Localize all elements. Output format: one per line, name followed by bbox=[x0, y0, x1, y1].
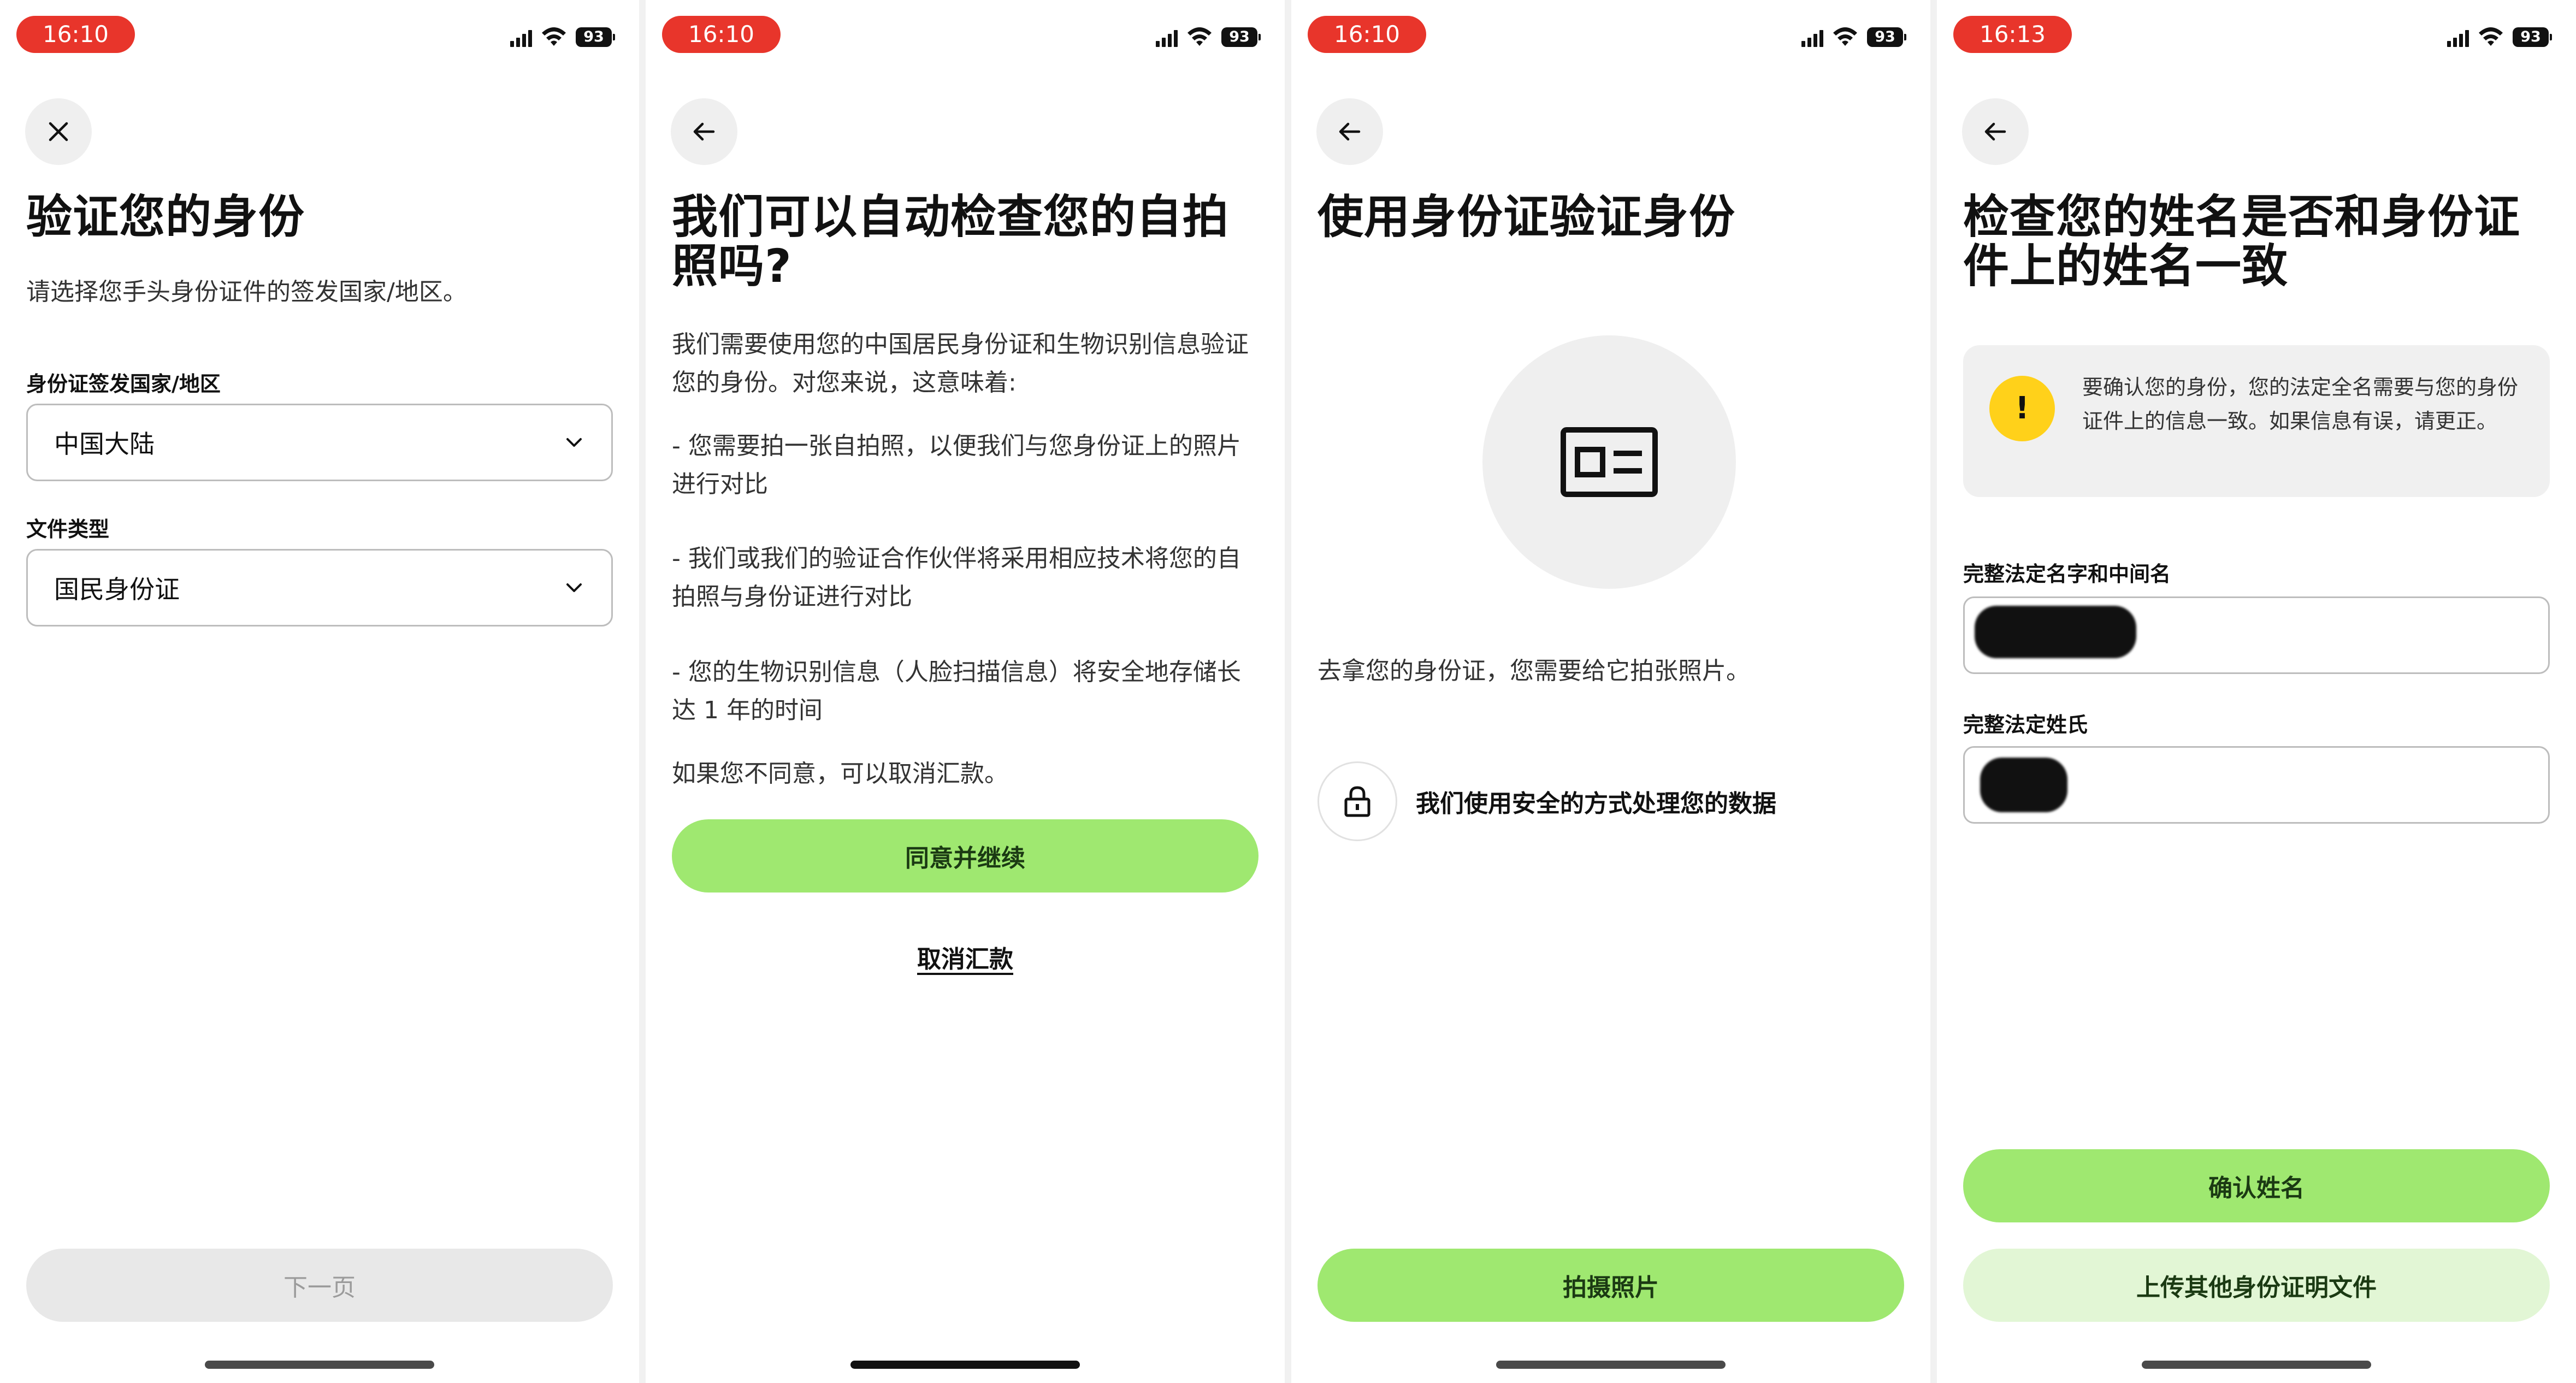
screen-confirm-name: 16:13 93 检查您的姓名是否和身份证件上的姓名一致 ! 要确认您的身份，您… bbox=[1937, 0, 2576, 1383]
doc-type-value: 国民身份证 bbox=[54, 575, 180, 604]
divider bbox=[639, 0, 646, 1383]
chevron-down-icon bbox=[566, 583, 582, 592]
status-icons: 93 bbox=[2447, 25, 2552, 47]
wifi-icon bbox=[1833, 27, 1857, 46]
family-name-label: 完整法定姓氏 bbox=[1963, 713, 2088, 737]
consent-point-compare: - 我们或我们的验证合作伙伴将采用相应技术将您的自拍照与身份证进行对比 bbox=[672, 545, 1241, 611]
given-name-field[interactable] bbox=[1963, 596, 2550, 674]
status-icons: 93 bbox=[1801, 25, 1906, 47]
id-instruction: 去拿您的身份证，您需要给它拍张照片。 bbox=[1317, 657, 1750, 685]
page-title: 我们可以自动检查您的自拍照吗? bbox=[672, 190, 1230, 293]
signal-icon bbox=[1156, 29, 1178, 47]
page-title: 验证您的身份 bbox=[26, 190, 305, 244]
lock-badge bbox=[1317, 761, 1397, 841]
upload-other-id-button[interactable]: 上传其他身份证明文件 bbox=[1963, 1249, 2550, 1322]
battery-indicator: 93 bbox=[1867, 27, 1906, 47]
status-icons: 93 bbox=[1156, 25, 1261, 47]
page-title: 检查您的姓名是否和身份证件上的姓名一致 bbox=[1963, 190, 2521, 293]
back-button[interactable] bbox=[1316, 98, 1383, 165]
page-title: 使用身份证验证身份 bbox=[1317, 190, 1736, 244]
page-subtitle: 请选择您手头身份证件的签发国家/地区。 bbox=[26, 278, 467, 306]
doc-type-label: 文件类型 bbox=[26, 517, 110, 541]
battery-indicator: 93 bbox=[2513, 27, 2552, 47]
secure-data-text: 我们使用安全的方式处理您的数据 bbox=[1416, 790, 1776, 818]
notice-text: 要确认您的身份，您的法定全名需要与您的身份证件上的信息一致。如果信息有误，请更正… bbox=[2082, 375, 2519, 433]
secure-data-row: 我们使用安全的方式处理您的数据 bbox=[1317, 761, 1776, 841]
id-card-illustration bbox=[1482, 335, 1736, 589]
agree-continue-button[interactable]: 同意并继续 bbox=[672, 819, 1259, 893]
take-photo-button[interactable]: 拍摄照片 bbox=[1317, 1249, 1904, 1322]
wifi-icon bbox=[1187, 27, 1212, 46]
consent-intro: 我们需要使用您的中国居民身份证和生物识别信息验证您的身份。对您来说，这意味着: bbox=[672, 330, 1249, 397]
screen-selfie-consent: 16:10 93 我们可以自动检查您的自拍照吗? 我们需要使用您的中国居民身份证… bbox=[646, 0, 1285, 1383]
close-button[interactable] bbox=[25, 98, 92, 165]
arrow-left-icon bbox=[1984, 122, 2006, 141]
consent-disagree-text: 如果您不同意，可以取消汇款。 bbox=[672, 760, 1008, 788]
divider bbox=[1285, 0, 1291, 1383]
redacted-value bbox=[1975, 606, 2136, 658]
home-indicator bbox=[850, 1361, 1080, 1369]
doc-type-select[interactable]: 国民身份证 bbox=[26, 549, 613, 627]
status-time: 16:10 bbox=[16, 16, 135, 53]
wifi-icon bbox=[2479, 27, 2503, 46]
country-value: 中国大陆 bbox=[54, 429, 155, 459]
signal-icon bbox=[510, 29, 532, 47]
warning-icon: ! bbox=[1989, 376, 2055, 441]
arrow-left-icon bbox=[1339, 122, 1361, 141]
status-time: 16:13 bbox=[1953, 16, 2072, 53]
screen-id-photo: 16:10 93 使用身份证验证身份 去拿您的身份证，您需要给它拍张照片。 我们… bbox=[1291, 0, 1930, 1383]
given-name-label: 完整法定名字和中间名 bbox=[1963, 562, 2171, 586]
status-time: 16:10 bbox=[1308, 16, 1426, 53]
cancel-transfer-link[interactable]: 取消汇款 bbox=[646, 939, 1285, 974]
status-icons: 93 bbox=[510, 25, 615, 47]
consent-point-storage: - 您的生物识别信息（人脸扫描信息）将安全地存储长达 1 年的时间 bbox=[672, 658, 1241, 724]
confirm-name-button[interactable]: 确认姓名 bbox=[1963, 1149, 2550, 1222]
country-label: 身份证签发国家/地区 bbox=[26, 372, 221, 396]
wifi-icon bbox=[542, 27, 566, 46]
name-match-notice: ! 要确认您的身份，您的法定全名需要与您的身份证件上的信息一致。如果信息有误，请… bbox=[1963, 345, 2550, 497]
country-select[interactable]: 中国大陆 bbox=[26, 404, 613, 481]
family-name-field[interactable] bbox=[1963, 746, 2550, 824]
redacted-value bbox=[1980, 758, 2067, 812]
home-indicator bbox=[2142, 1361, 2371, 1369]
id-card-icon bbox=[1561, 427, 1658, 497]
screen-select-id-country: 16:10 93 验证您的身份 请选择您手头身份证件的签发国家/地区。 身份证签… bbox=[0, 0, 639, 1383]
chevron-down-icon bbox=[566, 438, 582, 447]
arrow-left-icon bbox=[693, 122, 715, 141]
back-button[interactable] bbox=[671, 98, 737, 165]
lock-icon bbox=[1344, 786, 1370, 817]
home-indicator bbox=[205, 1361, 434, 1369]
battery-indicator: 93 bbox=[576, 27, 615, 47]
battery-indicator: 93 bbox=[1221, 27, 1261, 47]
back-button[interactable] bbox=[1962, 98, 2029, 165]
signal-icon bbox=[1801, 29, 1823, 47]
next-button[interactable]: 下一页 bbox=[26, 1249, 613, 1322]
divider bbox=[1930, 0, 1937, 1383]
status-time: 16:10 bbox=[662, 16, 781, 53]
consent-point-selfie: - 您需要拍一张自拍照，以便我们与您身份证上的照片进行对比 bbox=[672, 432, 1241, 498]
signal-icon bbox=[2447, 29, 2469, 47]
close-icon bbox=[49, 122, 68, 141]
home-indicator bbox=[1496, 1361, 1726, 1369]
